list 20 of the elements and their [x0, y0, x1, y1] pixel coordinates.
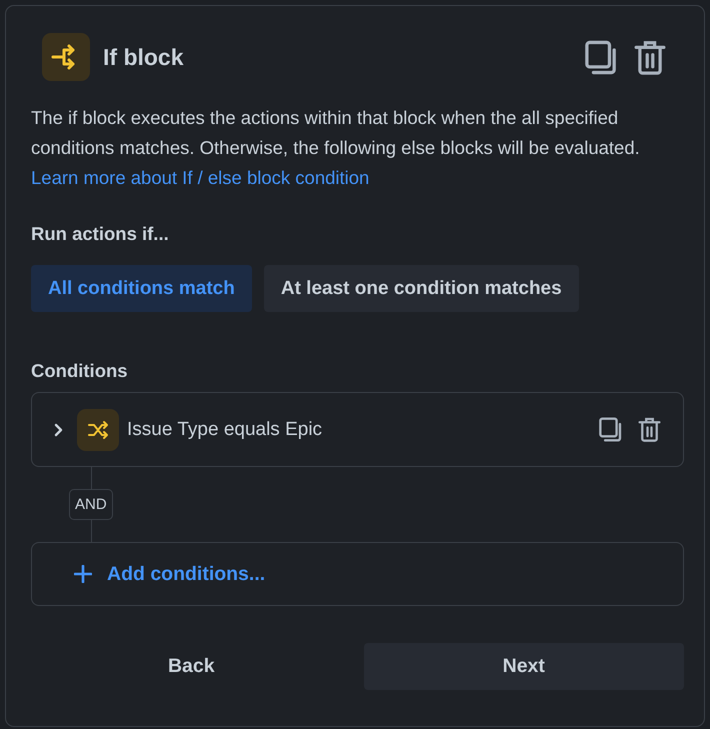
learn-more-link[interactable]: Learn more about If / else block condition [31, 167, 370, 188]
option-button[interactable]: All conditions match [31, 265, 252, 312]
copy-icon[interactable] [599, 417, 622, 442]
chevron-right-icon[interactable] [54, 422, 64, 436]
trash-icon[interactable] [634, 40, 666, 74]
section-label: Run actions if... [31, 223, 170, 245]
plus-icon [74, 565, 92, 583]
trash-icon[interactable] [638, 417, 661, 442]
add-conditions-button[interactable]: Add conditions... [31, 542, 684, 606]
option-button[interactable]: At least one condition matches [264, 265, 579, 312]
shuffle-icon [77, 408, 119, 450]
condition-text: Issue Type equals Epic [127, 418, 322, 440]
back-button[interactable]: Back [31, 643, 352, 690]
block-title: If block [103, 44, 184, 70]
section-label: Conditions [31, 360, 129, 382]
description-text: The if block executes the actions within that block when the all specified conditions matches. Otherwise, the following else blocks will be evaluated. Learn more about If / else block condition [31, 106, 641, 190]
next-button[interactable]: Next [364, 643, 684, 690]
copy-icon[interactable] [585, 40, 617, 74]
condition-row[interactable]: Issue Type equals Epic [31, 392, 684, 467]
and-connector: AND [69, 489, 113, 520]
